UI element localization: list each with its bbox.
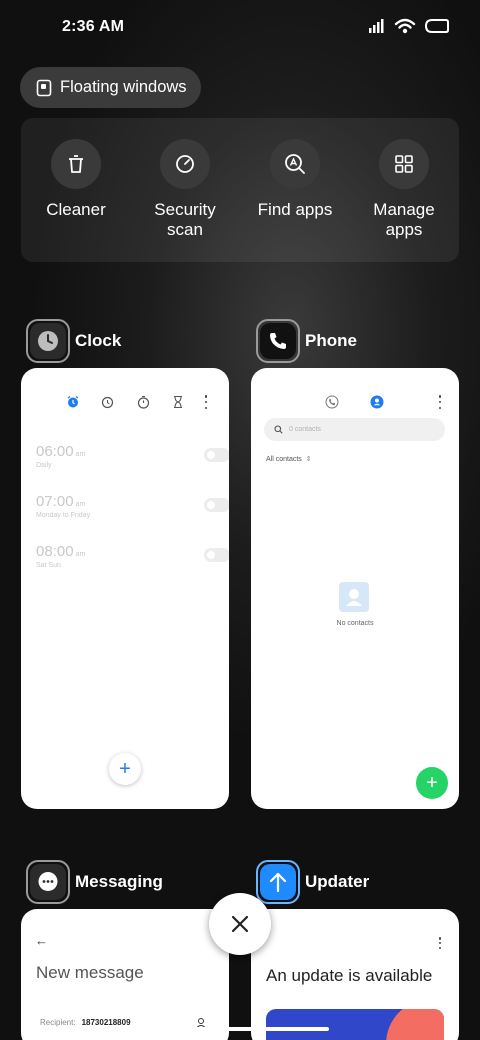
- battery-icon: [424, 19, 449, 33]
- manage-apps-label: Manage apps: [373, 200, 435, 239]
- signal-icon: [369, 19, 384, 33]
- timer-tab-icon[interactable]: [172, 395, 184, 409]
- alarm-ampm: am: [75, 501, 86, 508]
- security-scan-label: Security scan: [154, 200, 216, 239]
- floating-windows-button[interactable]: Floating windows: [20, 67, 201, 108]
- more-options-icon[interactable]: [438, 937, 442, 949]
- message-bubble-icon: [38, 872, 58, 891]
- cleaner-label: Cleaner: [46, 200, 106, 219]
- floating-window-icon: [36, 79, 52, 96]
- contacts-search-input[interactable]: 0 contacts: [264, 418, 445, 441]
- contacts-filter-label: All contacts: [266, 455, 302, 463]
- add-contact-button[interactable]: +: [416, 767, 448, 799]
- sort-icon: ⇕: [305, 456, 312, 463]
- clock-icon: [38, 331, 58, 351]
- phone-app-icon: [256, 319, 300, 363]
- alarm-tab-icon[interactable]: [66, 395, 80, 409]
- messaging-app-name: Messaging: [75, 872, 163, 891]
- alarm-ampm: am: [75, 451, 86, 458]
- alarm-toggle[interactable]: [204, 448, 229, 462]
- cleaner-button[interactable]: Cleaner: [26, 139, 126, 220]
- clock-app-name: Clock: [75, 331, 122, 350]
- updater-app-card[interactable]: An update is available: [251, 909, 459, 1040]
- plus-icon: +: [426, 771, 438, 794]
- alarm-repeat: Monday to Friday: [36, 512, 91, 519]
- recipient-value: 18730218809: [81, 1018, 131, 1027]
- updater-app-header[interactable]: Updater: [256, 860, 369, 904]
- find-apps-button[interactable]: Find apps: [245, 139, 345, 220]
- alarm-time: 08:00: [36, 543, 74, 560]
- clock-app-header[interactable]: Clock: [26, 319, 121, 363]
- alarm-item[interactable]: 06:00 am Daily: [36, 443, 229, 469]
- security-scan-button[interactable]: Security scan: [135, 139, 235, 240]
- messaging-app-icon: [26, 860, 70, 904]
- update-available-title: An update is available: [266, 966, 433, 985]
- call-log-tab-icon[interactable]: [325, 395, 339, 409]
- update-banner-image: [266, 1009, 444, 1040]
- status-bar: 2:36 AM: [0, 0, 480, 56]
- phone-icon: [270, 333, 286, 349]
- plus-icon: +: [119, 757, 131, 780]
- new-message-title: New message: [36, 963, 144, 982]
- alarm-repeat: Sat Sun: [36, 562, 61, 569]
- alarm-item[interactable]: 07:00 am Monday to Friday: [36, 493, 229, 519]
- wifi-icon: [394, 18, 416, 34]
- alarm-item[interactable]: 08:00 am Sat Sun: [36, 543, 229, 569]
- search-placeholder: 0 contacts: [289, 426, 321, 433]
- alarm-time: 06:00: [36, 443, 74, 460]
- more-options-icon[interactable]: [438, 395, 442, 409]
- find-apps-icon: [285, 154, 305, 174]
- updater-app-icon: [256, 860, 300, 904]
- alarm-time: 07:00: [36, 493, 74, 510]
- phone-app-header[interactable]: Phone: [256, 319, 357, 363]
- clock-tab-icon[interactable]: [101, 396, 114, 409]
- phone-app-card[interactable]: 0 contacts All contacts ⇕ No contacts +: [251, 368, 459, 809]
- alarm-toggle[interactable]: [204, 548, 229, 562]
- find-apps-label: Find apps: [257, 200, 333, 219]
- clock-app-card[interactable]: 06:00 am Daily 07:00 am Monday to Friday 0…: [21, 368, 229, 809]
- upload-arrow-icon: [269, 872, 287, 893]
- contacts-filter-dropdown[interactable]: All contacts ⇕: [266, 455, 312, 464]
- empty-contacts-illustration: [339, 582, 369, 612]
- alarm-toggle[interactable]: [204, 498, 229, 512]
- stopwatch-tab-icon[interactable]: [137, 395, 150, 409]
- contacts-tab-icon[interactable]: [370, 395, 384, 409]
- messaging-app-card[interactable]: ← New message Recipient: 18730218809: [21, 909, 229, 1040]
- messaging-app-header[interactable]: Messaging: [26, 860, 163, 904]
- trash-icon: [69, 155, 83, 173]
- add-alarm-button[interactable]: +: [109, 753, 141, 785]
- updater-app-name: Updater: [305, 872, 370, 891]
- recipient-label: Recipient:: [40, 1018, 76, 1027]
- status-time: 2:36 AM: [62, 18, 125, 35]
- recipient-field[interactable]: Recipient: 18730218809: [40, 1018, 131, 1027]
- quick-tools-panel: Cleaner Security scan Find apps Manage a…: [21, 118, 459, 262]
- security-scan-icon: [176, 155, 194, 173]
- alarm-repeat: Daily: [36, 462, 52, 469]
- search-icon: [274, 425, 283, 434]
- alarm-ampm: am: [75, 551, 86, 558]
- back-arrow-icon[interactable]: ←: [35, 933, 48, 948]
- more-options-icon[interactable]: [204, 395, 208, 409]
- phone-app-name: Phone: [305, 331, 357, 350]
- manage-apps-button[interactable]: Manage apps: [354, 139, 454, 240]
- close-icon: [231, 915, 249, 933]
- floating-windows-label: Floating windows: [60, 78, 187, 96]
- home-indicator[interactable]: [151, 1027, 329, 1031]
- empty-contacts-text: No contacts: [336, 620, 374, 627]
- grid-icon: [395, 155, 413, 173]
- clock-app-icon: [26, 319, 70, 363]
- close-all-button[interactable]: [209, 893, 271, 955]
- contact-placeholder-icon: [346, 589, 362, 606]
